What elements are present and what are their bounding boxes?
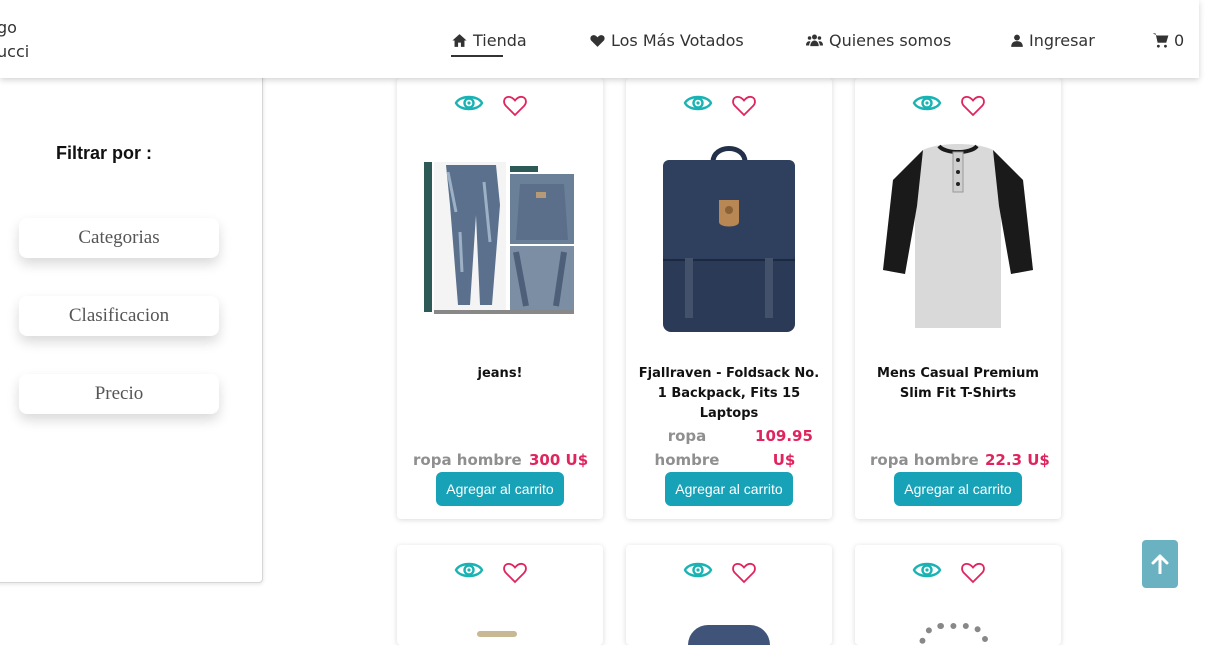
add-to-cart-button[interactable]: Agregar al carrito [436, 472, 564, 506]
eye-icon[interactable] [683, 90, 713, 116]
filter-clasificacion-button[interactable]: Clasificacion [19, 296, 219, 336]
product-image-tshirt[interactable] [855, 140, 1061, 336]
product-card: jeans! ropa hombre 300 U$ Agregar al car… [397, 78, 603, 519]
heart-outline-icon[interactable] [731, 559, 757, 585]
product-image-jeans[interactable] [397, 140, 603, 336]
nav-tienda-label: Tienda [473, 30, 527, 50]
product-image-partial [688, 625, 770, 645]
eye-icon[interactable] [683, 557, 713, 583]
eye-icon[interactable] [912, 90, 942, 116]
nav-ingresar-label: Ingresar [1029, 30, 1095, 50]
product-category: ropa hombre [413, 451, 522, 469]
eye-icon[interactable] [454, 557, 484, 583]
home-icon [452, 33, 467, 47]
product-category: ropa hombre [870, 451, 979, 469]
nav-cart[interactable]: 0 [1152, 28, 1184, 52]
arrow-up-icon [1151, 554, 1169, 574]
top-navbar: go ucci Tienda Los Más Votados Quienes s… [0, 0, 1199, 78]
product-title: Fjallraven - Foldsack No. 1 Backpack, Fi… [638, 366, 820, 421]
product-image-backpack[interactable] [626, 140, 832, 336]
product-price: 22.3 U$ [985, 451, 1050, 469]
product-card [855, 545, 1061, 645]
nav-tienda[interactable]: Tienda [451, 28, 527, 52]
product-category: ropa hombre [654, 427, 720, 469]
filter-categorias-button[interactable]: Categorias [19, 218, 219, 258]
filter-title: Filtrar por : [56, 143, 153, 163]
add-to-cart-button[interactable]: Agregar al carrito [665, 472, 793, 506]
product-image-partial [919, 623, 989, 645]
filter-precio-button[interactable]: Precio [19, 374, 219, 414]
brand-line-1: go [0, 18, 17, 37]
eye-icon[interactable] [454, 90, 484, 116]
product-price: 300 U$ [529, 451, 589, 469]
heart-outline-icon[interactable] [502, 559, 528, 585]
product-card [397, 545, 603, 645]
eye-icon[interactable] [912, 557, 942, 583]
active-tab-indicator [451, 55, 503, 57]
heart-icon [590, 34, 605, 47]
product-card: Mens Casual Premium Slim Fit T-Shirts ro… [855, 78, 1061, 519]
add-to-cart-button[interactable]: Agregar al carrito [894, 472, 1022, 506]
nav-ingresar[interactable]: Ingresar [1010, 28, 1095, 52]
brand-logo[interactable]: go ucci [0, 16, 29, 64]
nav-quienes-somos-label: Quienes somos [829, 30, 952, 50]
scroll-to-top-button[interactable] [1142, 540, 1178, 588]
nav-quienes-somos[interactable]: Quienes somos [805, 28, 951, 52]
heart-outline-icon[interactable] [731, 92, 757, 118]
product-price: 109.95 U$ [755, 427, 813, 469]
heart-outline-icon[interactable] [960, 92, 986, 118]
user-icon [1011, 34, 1023, 47]
nav-mas-votados[interactable]: Los Más Votados [589, 28, 744, 52]
heart-outline-icon[interactable] [960, 559, 986, 585]
heart-outline-icon[interactable] [502, 92, 528, 118]
product-title: Mens Casual Premium Slim Fit T-Shirts [877, 366, 1039, 401]
cart-icon [1152, 32, 1169, 48]
users-icon [806, 33, 823, 46]
product-card: Fjallraven - Foldsack No. 1 Backpack, Fi… [626, 78, 832, 519]
product-image-partial [477, 631, 517, 637]
product-card [626, 545, 832, 645]
cart-count: 0 [1174, 30, 1185, 50]
nav-mas-votados-label: Los Más Votados [611, 30, 744, 50]
product-title: jeans! [477, 366, 523, 381]
brand-line-2: ucci [0, 42, 30, 61]
